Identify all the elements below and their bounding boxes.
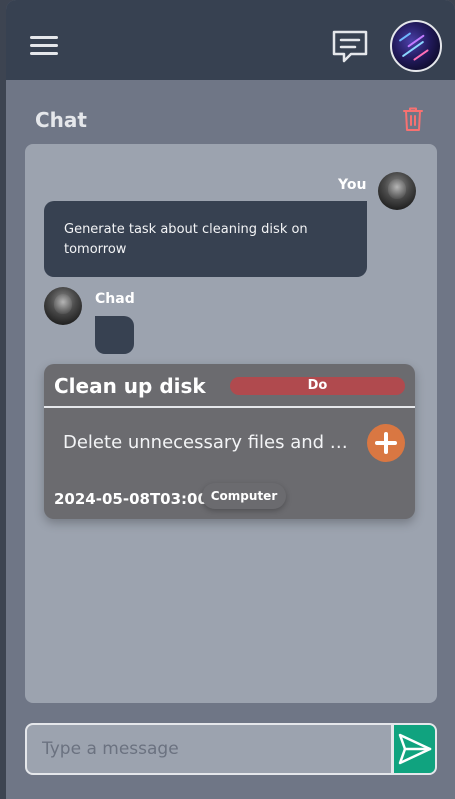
task-date: 2024-05-08T03:00 [54, 490, 208, 508]
bot-message-bubble [95, 316, 134, 354]
top-bar [6, 0, 455, 80]
task-description: Delete unnecessary files and programs [63, 432, 355, 453]
message-sender-you: You [338, 177, 367, 193]
hamburger-menu-icon[interactable] [30, 36, 58, 58]
app-window: Chat You Generate task about cleaning di… [6, 0, 455, 799]
chat-bubble-icon[interactable] [331, 29, 369, 65]
task-category-tag: Computer [202, 483, 286, 509]
send-icon[interactable] [391, 725, 435, 773]
trash-icon[interactable] [402, 106, 424, 132]
chat-title: Chat [35, 108, 87, 132]
user-avatar[interactable] [390, 20, 442, 72]
task-title: Clean up disk [54, 374, 206, 398]
task-status-badge: Do [230, 377, 405, 395]
message-input[interactable] [27, 725, 389, 773]
chat-messages-panel: You Generate task about cleaning disk on… [25, 144, 437, 703]
task-divider [44, 406, 415, 408]
user-message-bubble: Generate task about cleaning disk on tom… [44, 201, 367, 277]
user-message-avatar [378, 172, 416, 210]
message-sender-chad: Chad [95, 291, 135, 307]
bot-message-avatar [44, 287, 82, 325]
chat-header: Chat [6, 80, 455, 144]
plus-icon[interactable] [367, 424, 405, 462]
message-composer [25, 723, 437, 775]
task-card[interactable]: Clean up disk Do Delete unnecessary file… [44, 364, 415, 519]
